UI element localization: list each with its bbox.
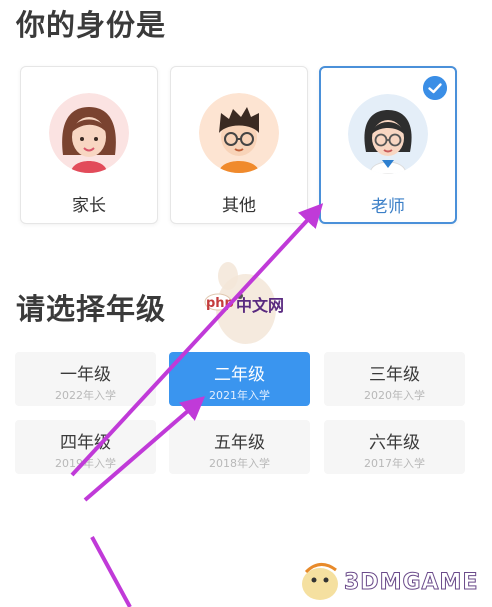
cn-watermark: 中文网	[236, 296, 285, 315]
grade-option-1[interactable]: 一年级 2022年入学	[15, 352, 156, 406]
page-title: 你的身份是	[16, 8, 167, 42]
grade-year: 2022年入学	[55, 389, 116, 402]
check-icon	[423, 76, 447, 100]
identity-option-teacher[interactable]: 老师	[319, 66, 457, 224]
annotation-arrow	[90, 536, 132, 607]
grade-year: 2020年入学	[364, 389, 425, 402]
3dmgame-logo-icon	[302, 563, 338, 600]
grade-name: 三年级	[369, 365, 420, 385]
grade-name: 一年级	[60, 365, 111, 385]
grade-option-5[interactable]: 五年级 2018年入学	[169, 420, 310, 474]
identity-label-parent: 家长	[72, 196, 106, 216]
grade-year: 2019年入学	[55, 457, 116, 470]
php-watermark: php	[206, 296, 234, 311]
grade-section-title: 请选择年级	[16, 292, 167, 326]
grade-name: 四年级	[60, 433, 111, 453]
grade-year: 2021年入学	[209, 389, 270, 402]
grade-name: 五年级	[214, 433, 265, 453]
parent-avatar-icon	[49, 93, 129, 173]
identity-option-parent[interactable]: 家长	[20, 66, 158, 224]
other-avatar-icon	[199, 93, 279, 173]
grade-option-4[interactable]: 四年级 2019年入学	[15, 420, 156, 474]
grade-option-6[interactable]: 六年级 2017年入学	[324, 420, 465, 474]
grade-option-3[interactable]: 三年级 2020年入学	[324, 352, 465, 406]
identity-label-other: 其他	[222, 196, 256, 216]
grade-year: 2018年入学	[209, 457, 270, 470]
teacher-avatar-icon	[348, 94, 428, 174]
grade-year: 2017年入学	[364, 457, 425, 470]
grade-option-2[interactable]: 二年级 2021年入学	[169, 352, 310, 406]
grade-name: 二年级	[214, 365, 265, 385]
identity-label-teacher: 老师	[371, 197, 405, 217]
grade-name: 六年级	[369, 433, 420, 453]
3dmgame-watermark: 3DMGAME	[343, 570, 479, 596]
identity-option-other[interactable]: 其他	[170, 66, 308, 224]
